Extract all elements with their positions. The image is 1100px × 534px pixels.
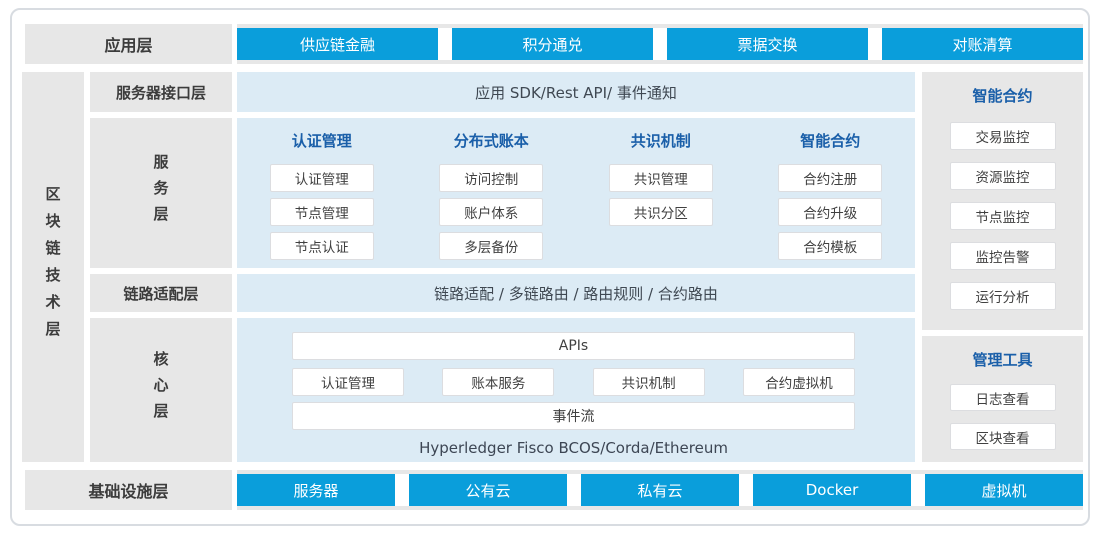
service-column-consensus: 共识机制 共识管理 共识分区	[585, 130, 737, 268]
service-column-smart-contract: 智能合约 合约注册 合约升级 合约模板	[754, 130, 906, 268]
monitor-node-analysis: 运行分析	[950, 282, 1056, 310]
server-interface-layer-label: 服务器接口层	[90, 72, 232, 112]
service-node: 节点管理	[270, 198, 374, 226]
monitor-panel: 智能合约 交易监控 资源监控 节点监控 监控告警 运行分析	[922, 72, 1083, 330]
service-node: 合约模板	[778, 232, 882, 260]
platforms-text: Hyperledger Fisco BCOS/Corda/Ethereum	[292, 439, 855, 457]
service-column-title: 认证管理	[292, 130, 352, 151]
service-column-title: 共识机制	[631, 130, 691, 151]
link-adapter-bar: 链路适配 / 多链路由 / 路由规则 / 合约路由	[237, 274, 915, 312]
monitor-panel-title: 智能合约	[972, 85, 1032, 106]
infra-layer-label: 基础设施层	[25, 470, 232, 510]
monitor-node-resource: 资源监控	[950, 162, 1056, 190]
service-node: 访问控制	[439, 164, 543, 192]
core-layer-content: APIs 认证管理 账本服务 共识机制 合约虚拟机 事件流 Hyperledge…	[292, 332, 855, 457]
core-node-auth: 认证管理	[292, 368, 404, 396]
service-node: 共识分区	[609, 198, 713, 226]
service-column-ledger: 分布式账本 访问控制 账户体系 多层备份	[415, 130, 567, 268]
tools-node-log-view: 日志查看	[950, 384, 1056, 411]
event-stream-bar: 事件流	[292, 402, 855, 430]
sdk-api-bar: 应用 SDK/Rest API/ 事件通知	[237, 72, 915, 112]
service-node: 认证管理	[270, 164, 374, 192]
core-layer-panel: APIs 认证管理 账本服务 共识机制 合约虚拟机 事件流 Hyperledge…	[237, 318, 915, 462]
service-column-auth: 认证管理 认证管理 节点管理 节点认证	[246, 130, 398, 268]
app-layer-label: 应用层	[25, 24, 232, 64]
app-node-points-exchange: 积分通兑	[445, 28, 660, 60]
service-node: 节点认证	[270, 232, 374, 260]
blockchain-tech-layer-label: 区块链技术层	[22, 72, 84, 462]
service-column-title: 分布式账本	[454, 130, 529, 151]
infra-node-public-cloud: 公有云	[402, 474, 574, 506]
core-node-consensus: 共识机制	[593, 368, 705, 396]
app-node-reconciliation-clearing: 对账清算	[875, 28, 1083, 60]
service-node: 合约注册	[778, 164, 882, 192]
apis-bar: APIs	[292, 332, 855, 360]
monitor-node-alert: 监控告警	[950, 242, 1056, 270]
service-node: 合约升级	[778, 198, 882, 226]
infra-node-private-cloud: 私有云	[574, 474, 746, 506]
app-layer-strip: 供应链金融 积分通兑 票据交换 对账清算	[237, 24, 1083, 64]
link-adapter-layer-label: 链路适配层	[90, 274, 232, 312]
monitor-node-node: 节点监控	[950, 202, 1056, 230]
core-module-row: 认证管理 账本服务 共识机制 合约虚拟机	[292, 368, 855, 396]
service-node: 多层备份	[439, 232, 543, 260]
tools-panel: 管理工具 日志查看 区块查看	[922, 336, 1083, 462]
service-node: 共识管理	[609, 164, 713, 192]
monitor-node-transaction: 交易监控	[950, 122, 1056, 150]
infra-node-docker: Docker	[746, 474, 918, 506]
infra-node-vm: 虚拟机	[918, 474, 1083, 506]
infra-node-server: 服务器	[237, 474, 402, 506]
core-node-contract-vm: 合约虚拟机	[743, 368, 855, 396]
app-node-supply-chain-finance: 供应链金融	[237, 28, 445, 60]
service-node: 账户体系	[439, 198, 543, 226]
app-node-bill-exchange: 票据交换	[660, 28, 875, 60]
service-column-title: 智能合约	[800, 130, 860, 151]
service-layer-label: 服务层	[90, 118, 232, 268]
core-node-ledger-service: 账本服务	[442, 368, 554, 396]
tools-node-block-view: 区块查看	[950, 423, 1056, 450]
service-layer-panel: 认证管理 认证管理 节点管理 节点认证 分布式账本 访问控制 账户体系 多层备份…	[237, 118, 915, 268]
core-layer-label: 核心层	[90, 318, 232, 462]
infra-layer-strip: 服务器 公有云 私有云 Docker 虚拟机	[237, 470, 1083, 510]
tools-panel-title: 管理工具	[972, 349, 1032, 370]
